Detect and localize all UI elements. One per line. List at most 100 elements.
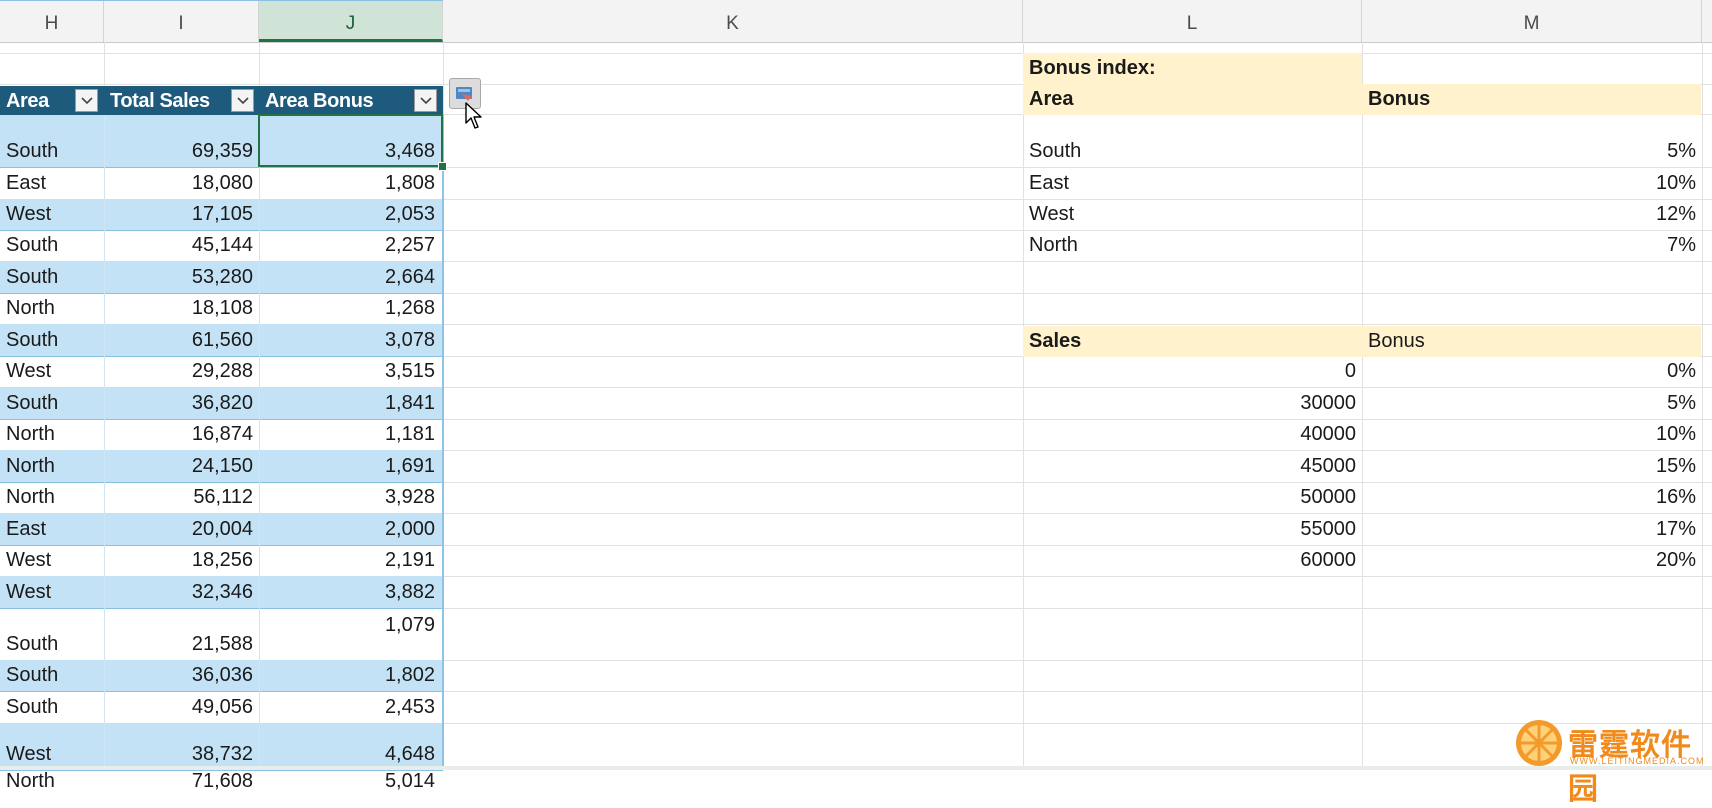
table-cell-area-bonus[interactable]: 1,079	[259, 608, 443, 660]
table-cell-area[interactable]: North	[0, 450, 104, 482]
table-cell-area-bonus[interactable]: 3,882	[259, 576, 443, 608]
active-cell-selection[interactable]	[258, 114, 443, 167]
table-cell-area[interactable]: West	[0, 199, 104, 230]
bonus-index-area[interactable]: East	[1023, 167, 1362, 199]
table-cell-area-bonus[interactable]: 3,928	[259, 482, 443, 513]
table-cell-area-bonus[interactable]: 2,453	[259, 691, 443, 723]
row-gridline	[0, 53, 1712, 54]
table-cell-area[interactable]: North	[0, 419, 104, 450]
table-cell-total-sales[interactable]: 69,359	[104, 114, 259, 167]
sales-tier-threshold[interactable]: 30000	[1023, 387, 1362, 419]
table-cell-area-bonus[interactable]: 3,078	[259, 324, 443, 356]
table-cell-area[interactable]: South	[0, 324, 104, 356]
table-cell-area-bonus[interactable]: 1,841	[259, 387, 443, 419]
table-cell-area-bonus[interactable]: 1,808	[259, 167, 443, 199]
table-cell-area[interactable]: South	[0, 691, 104, 723]
sales-tier-threshold[interactable]: 55000	[1023, 513, 1362, 545]
table-cell-total-sales[interactable]: 36,036	[104, 660, 259, 691]
bonus-index-header-area[interactable]: Area	[1023, 84, 1362, 115]
table-cell-area[interactable]: East	[0, 167, 104, 199]
table-cell-area-bonus[interactable]: 2,257	[259, 230, 443, 261]
table-cell-area[interactable]: West	[0, 545, 104, 576]
table-cell-total-sales[interactable]: 61,560	[104, 324, 259, 356]
bonus-index-area[interactable]: South	[1023, 114, 1362, 167]
bonus-index-value[interactable]: 7%	[1362, 230, 1702, 261]
column-header-j[interactable]: J	[259, 0, 443, 42]
table-cell-total-sales[interactable]: 29,288	[104, 356, 259, 387]
fill-handle[interactable]	[438, 162, 447, 171]
table-cell-area[interactable]: East	[0, 513, 104, 545]
sales-tier-threshold[interactable]: 40000	[1023, 419, 1362, 450]
table-cell-total-sales[interactable]: 18,256	[104, 545, 259, 576]
table-cell-total-sales[interactable]: 36,820	[104, 387, 259, 419]
column-header-k[interactable]: K	[443, 0, 1023, 42]
bonus-index-title[interactable]: Bonus index:	[1023, 53, 1362, 84]
table-cell-total-sales[interactable]: 56,112	[104, 482, 259, 513]
bonus-index-header-bonus[interactable]: Bonus	[1362, 84, 1702, 115]
bonus-index-value[interactable]: 10%	[1362, 167, 1702, 199]
table-cell-total-sales[interactable]: 53,280	[104, 261, 259, 293]
table-cell-area[interactable]: West	[0, 723, 104, 770]
table-cell-total-sales[interactable]: 32,346	[104, 576, 259, 608]
watermark-url: WWW.LEITINGMEDIA.COM	[1570, 756, 1705, 766]
table-cell-area-bonus[interactable]: 3,515	[259, 356, 443, 387]
table-cell-area-bonus[interactable]: 5,014	[259, 770, 443, 797]
table-cell-total-sales[interactable]: 21,588	[104, 608, 259, 660]
sales-tier-threshold[interactable]: 45000	[1023, 450, 1362, 482]
table-cell-area-bonus[interactable]: 4,648	[259, 723, 443, 770]
column-header-l[interactable]: L	[1023, 0, 1362, 42]
table-cell-area[interactable]: West	[0, 576, 104, 608]
table-cell-total-sales[interactable]: 24,150	[104, 450, 259, 482]
table-cell-area[interactable]: South	[0, 387, 104, 419]
sales-tier-bonus[interactable]: 16%	[1362, 482, 1702, 513]
filter-dropdown-icon[interactable]	[414, 89, 437, 112]
table-cell-area-bonus[interactable]: 2,053	[259, 199, 443, 230]
bonus-index-value[interactable]: 12%	[1362, 199, 1702, 230]
table-cell-total-sales[interactable]: 45,144	[104, 230, 259, 261]
sales-tier-bonus[interactable]: 10%	[1362, 419, 1702, 450]
bonus-index-value[interactable]: 5%	[1362, 114, 1702, 167]
table-cell-area[interactable]: North	[0, 482, 104, 513]
table-cell-area[interactable]: South	[0, 660, 104, 691]
sales-tier-header-bonus[interactable]: Bonus	[1362, 326, 1702, 357]
sales-tier-bonus[interactable]: 17%	[1362, 513, 1702, 545]
sales-tier-threshold[interactable]: 60000	[1023, 545, 1362, 576]
table-cell-area-bonus[interactable]: 1,691	[259, 450, 443, 482]
sales-tier-bonus[interactable]: 15%	[1362, 450, 1702, 482]
bonus-index-area[interactable]: West	[1023, 199, 1362, 230]
table-cell-area[interactable]: West	[0, 356, 104, 387]
column-header-i[interactable]: I	[104, 0, 259, 42]
sales-tier-bonus[interactable]: 0%	[1362, 356, 1702, 387]
watermark-logo: 雷霆软件园 WWW.LEITINGMEDIA.COM	[1514, 718, 1710, 807]
column-header-h[interactable]: H	[0, 0, 104, 42]
table-cell-total-sales[interactable]: 38,732	[104, 723, 259, 770]
table-cell-total-sales[interactable]: 49,056	[104, 691, 259, 723]
table-cell-area-bonus[interactable]: 1,268	[259, 293, 443, 324]
table-cell-area-bonus[interactable]: 2,191	[259, 545, 443, 576]
filter-dropdown-icon[interactable]	[75, 89, 98, 112]
table-cell-area[interactable]: North	[0, 293, 104, 324]
table-cell-total-sales[interactable]: 18,080	[104, 167, 259, 199]
table-cell-total-sales[interactable]: 18,108	[104, 293, 259, 324]
table-cell-area-bonus[interactable]: 2,664	[259, 261, 443, 293]
table-cell-area-bonus[interactable]: 1,181	[259, 419, 443, 450]
sales-tier-threshold[interactable]: 50000	[1023, 482, 1362, 513]
table-cell-area[interactable]: South	[0, 114, 104, 167]
column-header-m[interactable]: M	[1362, 0, 1702, 42]
table-cell-area[interactable]: South	[0, 230, 104, 261]
table-cell-area[interactable]: South	[0, 608, 104, 660]
table-cell-area[interactable]: North	[0, 770, 104, 797]
table-cell-area[interactable]: South	[0, 261, 104, 293]
table-cell-area-bonus[interactable]: 1,802	[259, 660, 443, 691]
filter-dropdown-icon[interactable]	[231, 89, 254, 112]
table-cell-total-sales[interactable]: 17,105	[104, 199, 259, 230]
bonus-index-area[interactable]: North	[1023, 230, 1362, 261]
sales-tier-threshold[interactable]: 0	[1023, 356, 1362, 387]
sales-tier-bonus[interactable]: 5%	[1362, 387, 1702, 419]
table-cell-total-sales[interactable]: 20,004	[104, 513, 259, 545]
table-cell-total-sales[interactable]: 16,874	[104, 419, 259, 450]
table-cell-area-bonus[interactable]: 2,000	[259, 513, 443, 545]
sales-tier-bonus[interactable]: 20%	[1362, 545, 1702, 576]
table-cell-total-sales[interactable]: 71,608	[104, 770, 259, 797]
sales-tier-header-sales[interactable]: Sales	[1023, 326, 1362, 357]
